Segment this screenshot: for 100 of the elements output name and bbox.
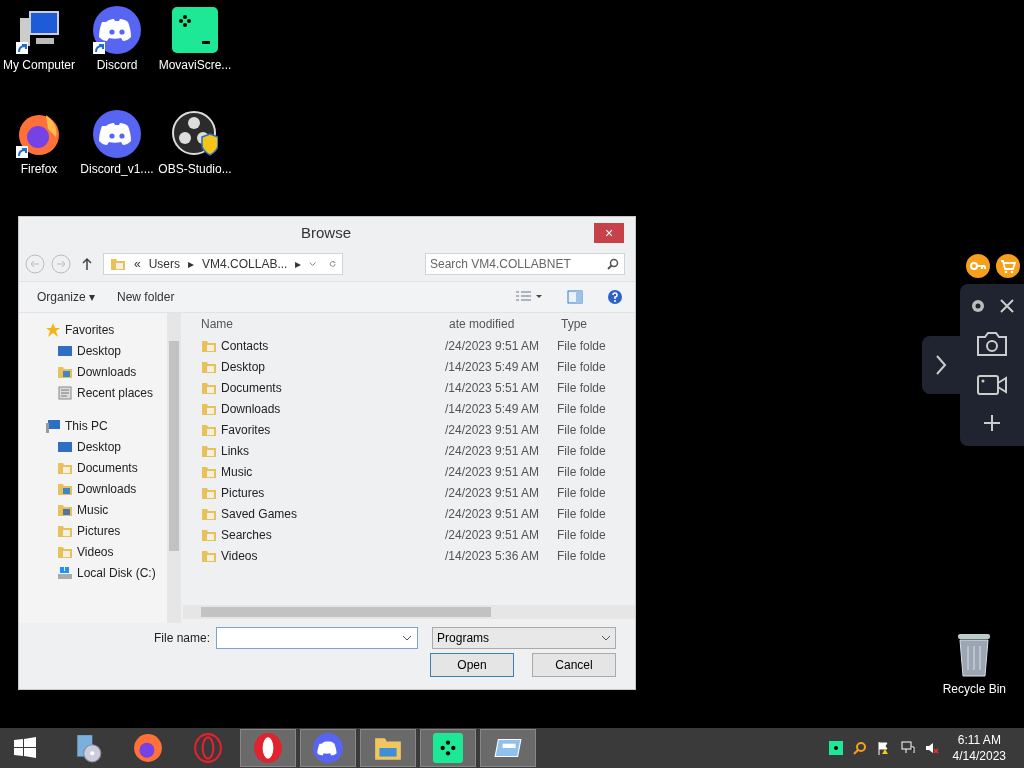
desktop-icon-label[interactable]: OBS-Studio... bbox=[158, 162, 232, 176]
file-row[interactable]: Links /24/2023 9:51 AM File folde bbox=[183, 440, 635, 461]
file-type-dropdown[interactable]: Programs bbox=[432, 627, 617, 649]
scrollbar[interactable] bbox=[167, 313, 181, 623]
date-cell-text: /24/2023 9:51 AM bbox=[445, 527, 541, 542]
file-row[interactable]: Desktop /14/2023 5:49 AM File folde bbox=[183, 356, 635, 377]
clock[interactable]: 6:11 AM 4/14/2023 bbox=[952, 733, 1006, 763]
dialog-button[interactable]: Open bbox=[430, 653, 514, 677]
nav-item[interactable]: This PC bbox=[19, 415, 167, 436]
taskbar-button[interactable] bbox=[300, 729, 356, 767]
settings-icon[interactable] bbox=[970, 298, 986, 315]
column-header[interactable]: Type bbox=[557, 317, 635, 331]
nav-label[interactable]: Downloads bbox=[77, 481, 137, 496]
shopping-cart-icon[interactable] bbox=[996, 254, 1020, 278]
recent-places-icon bbox=[57, 384, 73, 401]
date-cell-text: /24/2023 9:51 AM bbox=[445, 443, 541, 458]
scrollbar[interactable] bbox=[183, 605, 635, 619]
breadcrumb-item[interactable]: ▸ bbox=[295, 257, 302, 271]
video-camera-icon[interactable] bbox=[976, 373, 1008, 398]
taskbar-button[interactable] bbox=[240, 729, 296, 767]
search-field[interactable]: Search VM4.COLLABNET bbox=[425, 253, 625, 275]
nav-item[interactable]: Documents bbox=[19, 457, 167, 478]
speaker-muted-icon[interactable] bbox=[924, 741, 939, 755]
flag-warning-icon[interactable] bbox=[876, 741, 891, 755]
date-cell-text: /14/2023 5:36 AM bbox=[445, 548, 541, 563]
nav-label[interactable]: Documents bbox=[77, 460, 138, 475]
desktop-icon-label[interactable]: My Computer bbox=[3, 58, 75, 72]
file-row[interactable]: Saved Games /24/2023 9:51 AM File folde bbox=[183, 503, 635, 524]
breadcrumb-item[interactable]: ▸ bbox=[188, 257, 195, 271]
file-name: Documents bbox=[221, 380, 282, 395]
nav-item[interactable]: Videos bbox=[19, 541, 167, 562]
nav-label[interactable]: Downloads bbox=[77, 364, 137, 379]
desktop-icon-label[interactable]: Discord bbox=[96, 58, 138, 72]
nav-item[interactable]: Desktop bbox=[19, 436, 167, 457]
nav-label[interactable]: Local Disk (C:) bbox=[77, 565, 156, 580]
up-arrow-icon[interactable] bbox=[81, 257, 93, 271]
dropdown-caret-icon[interactable] bbox=[309, 259, 317, 269]
nav-label[interactable]: Recent places bbox=[77, 385, 154, 400]
file-row[interactable]: Searches /24/2023 9:51 AM File folde bbox=[183, 524, 635, 545]
file-row[interactable]: Downloads /14/2023 5:49 AM File folde bbox=[183, 398, 635, 419]
file-name: Saved Games bbox=[221, 506, 298, 521]
close-button[interactable]: × bbox=[594, 223, 624, 243]
nav-item[interactable]: Music bbox=[19, 499, 167, 520]
file-row[interactable]: Contacts /24/2023 9:51 AM File folde bbox=[183, 335, 635, 356]
close-icon[interactable] bbox=[1000, 299, 1014, 314]
taskbar-button[interactable] bbox=[480, 729, 536, 767]
desktop-icon-label[interactable]: MovaviScre... bbox=[158, 58, 232, 72]
file-row[interactable]: Favorites /24/2023 9:51 AM File folde bbox=[183, 419, 635, 440]
type-cell-text: File folde bbox=[557, 485, 607, 500]
breadcrumb-item[interactable]: « bbox=[134, 257, 141, 271]
organize-menu[interactable]: Organize ▾ bbox=[31, 288, 102, 306]
nav-item[interactable]: Pictures bbox=[19, 520, 167, 541]
nav-label[interactable]: Desktop bbox=[77, 439, 122, 454]
nav-label[interactable]: Pictures bbox=[77, 523, 121, 538]
file-name-field[interactable] bbox=[216, 627, 419, 649]
file-row[interactable]: Pictures /24/2023 9:51 AM File folde bbox=[183, 482, 635, 503]
gamepad-tile-icon[interactable] bbox=[828, 741, 843, 755]
windows-start-icon[interactable] bbox=[12, 736, 38, 760]
file-row[interactable]: Music /24/2023 9:51 AM File folde bbox=[183, 461, 635, 482]
window-title: Browse bbox=[301, 223, 351, 241]
opera-logo-icon[interactable] bbox=[253, 733, 283, 763]
breadcrumb-item[interactable]: Users bbox=[148, 257, 181, 271]
nav-label[interactable]: Music bbox=[77, 502, 109, 517]
key-icon[interactable] bbox=[966, 254, 990, 278]
gamepad-tile-icon[interactable] bbox=[433, 733, 463, 763]
plus-icon[interactable] bbox=[983, 413, 1001, 432]
file-row[interactable]: Documents /14/2023 5:51 AM File folde bbox=[183, 377, 635, 398]
file-row[interactable]: Videos /14/2023 5:36 AM File folde bbox=[183, 545, 635, 566]
dialog-button[interactable]: Cancel bbox=[532, 653, 616, 677]
nav-item[interactable]: Desktop bbox=[19, 340, 167, 361]
breadcrumb-item[interactable]: VM4.COLLAB... bbox=[202, 257, 288, 271]
desktop-icon-label[interactable]: Discord_v1.... bbox=[80, 162, 154, 176]
column-header[interactable]: Name bbox=[183, 317, 445, 331]
address-bar[interactable]: « Users ▸ VM4.COLLAB... ▸ bbox=[103, 253, 343, 275]
nav-item[interactable]: Downloads bbox=[19, 478, 167, 499]
desktop-icon-label[interactable]: Recycle Bin bbox=[942, 682, 1006, 696]
magnifier-icon[interactable] bbox=[852, 741, 867, 755]
nav-label[interactable]: This PC bbox=[65, 418, 108, 433]
nav-label[interactable]: Favorites bbox=[65, 322, 115, 337]
chevron-right-icon[interactable] bbox=[935, 354, 947, 376]
nav-item[interactable]: Downloads bbox=[19, 361, 167, 382]
network-icon[interactable] bbox=[900, 741, 915, 755]
nav-item[interactable]: Favorites bbox=[19, 319, 167, 340]
expand-tab[interactable] bbox=[922, 336, 960, 394]
column-header[interactable]: ate modified bbox=[445, 317, 557, 331]
new-folder-button[interactable]: New folder bbox=[111, 288, 181, 306]
nav-item[interactable]: Recent places bbox=[19, 382, 167, 403]
nav-item[interactable]: Local Disk (C:) bbox=[19, 562, 167, 583]
nav-label[interactable]: Desktop bbox=[77, 343, 122, 358]
firefox-logo-icon[interactable] bbox=[133, 733, 163, 763]
desktop-icon-label[interactable]: Firefox bbox=[20, 162, 58, 176]
refresh-icon[interactable] bbox=[328, 259, 336, 269]
help-icon[interactable] bbox=[607, 289, 623, 305]
nav-label[interactable]: Videos bbox=[77, 544, 114, 559]
star-icon bbox=[45, 321, 61, 338]
camera-icon[interactable] bbox=[976, 330, 1008, 357]
date-cell-text: /24/2023 9:51 AM bbox=[445, 485, 541, 500]
opera-outline-icon[interactable] bbox=[193, 733, 223, 763]
taskbar-button[interactable] bbox=[420, 729, 476, 767]
discord-logo-icon[interactable] bbox=[313, 733, 343, 763]
